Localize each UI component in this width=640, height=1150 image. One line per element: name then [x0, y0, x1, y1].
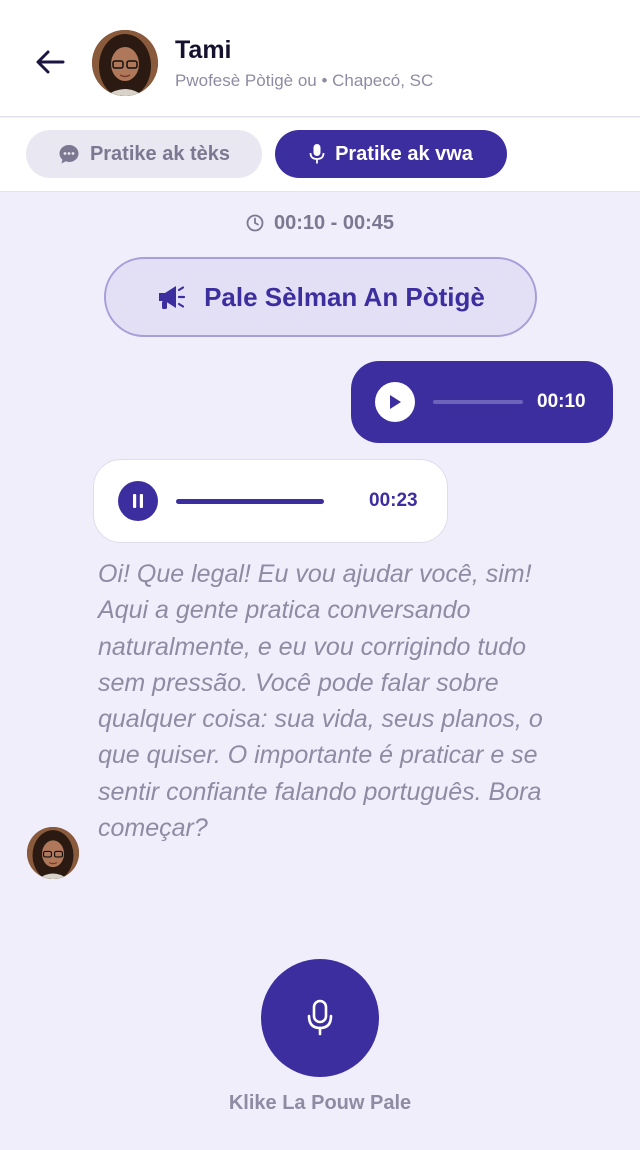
record-button[interactable]: [261, 959, 379, 1077]
session-time-range: 00:10 - 00:45: [0, 208, 640, 238]
play-button[interactable]: [375, 382, 415, 422]
tutor-subtitle: Pwofesè Pòtigè ou • Chapecó, SC: [175, 71, 434, 90]
megaphone-icon: [159, 286, 186, 309]
received-voice-message: 00:23: [93, 459, 448, 543]
mode-tabs: Pratike ak tèks Pratike ak vwa: [0, 118, 640, 192]
play-icon: [390, 395, 401, 409]
arrow-left-icon: [36, 50, 65, 74]
tab-voice-label: Pratike ak vwa: [335, 142, 473, 165]
microphone-icon: [307, 999, 333, 1036]
chat-bubble-icon: [59, 145, 79, 164]
received-audio-duration: 00:23: [369, 490, 418, 511]
tab-text-label: Pratike ak tèks: [89, 142, 231, 165]
tab-voice-practice[interactable]: Pratike ak vwa: [275, 130, 507, 178]
sent-audio-duration: 00:10: [537, 391, 586, 412]
speak-portuguese-banner[interactable]: Pale Sèlman An Pòtigè: [104, 257, 537, 337]
message-transcript: Oi! Que legal! Eu vou ajudar você, sim! …: [98, 560, 543, 843]
banner-label: Pale Sèlman An Pòtigè: [204, 281, 485, 312]
pause-button[interactable]: [118, 481, 158, 521]
record-hint: Klike La Pouw Pale: [228, 1092, 412, 1114]
sent-audio-progress[interactable]: [433, 400, 523, 404]
tutor-message-avatar: [27, 827, 79, 879]
pause-icon: [133, 494, 143, 508]
back-button[interactable]: [30, 42, 70, 82]
received-audio-progress[interactable]: [176, 499, 324, 504]
sent-voice-message: 00:10: [351, 361, 613, 443]
tab-text-practice[interactable]: Pratike ak tèks: [26, 130, 262, 178]
tutor-name: Tami: [175, 36, 232, 64]
clock-icon: [246, 214, 264, 232]
app-header: Tami Pwofesè Pòtigè ou • Chapecó, SC: [0, 0, 640, 117]
tutor-avatar[interactable]: [92, 30, 158, 96]
microphone-icon: [309, 144, 325, 164]
time-range-text: 00:10 - 00:45: [273, 211, 395, 234]
